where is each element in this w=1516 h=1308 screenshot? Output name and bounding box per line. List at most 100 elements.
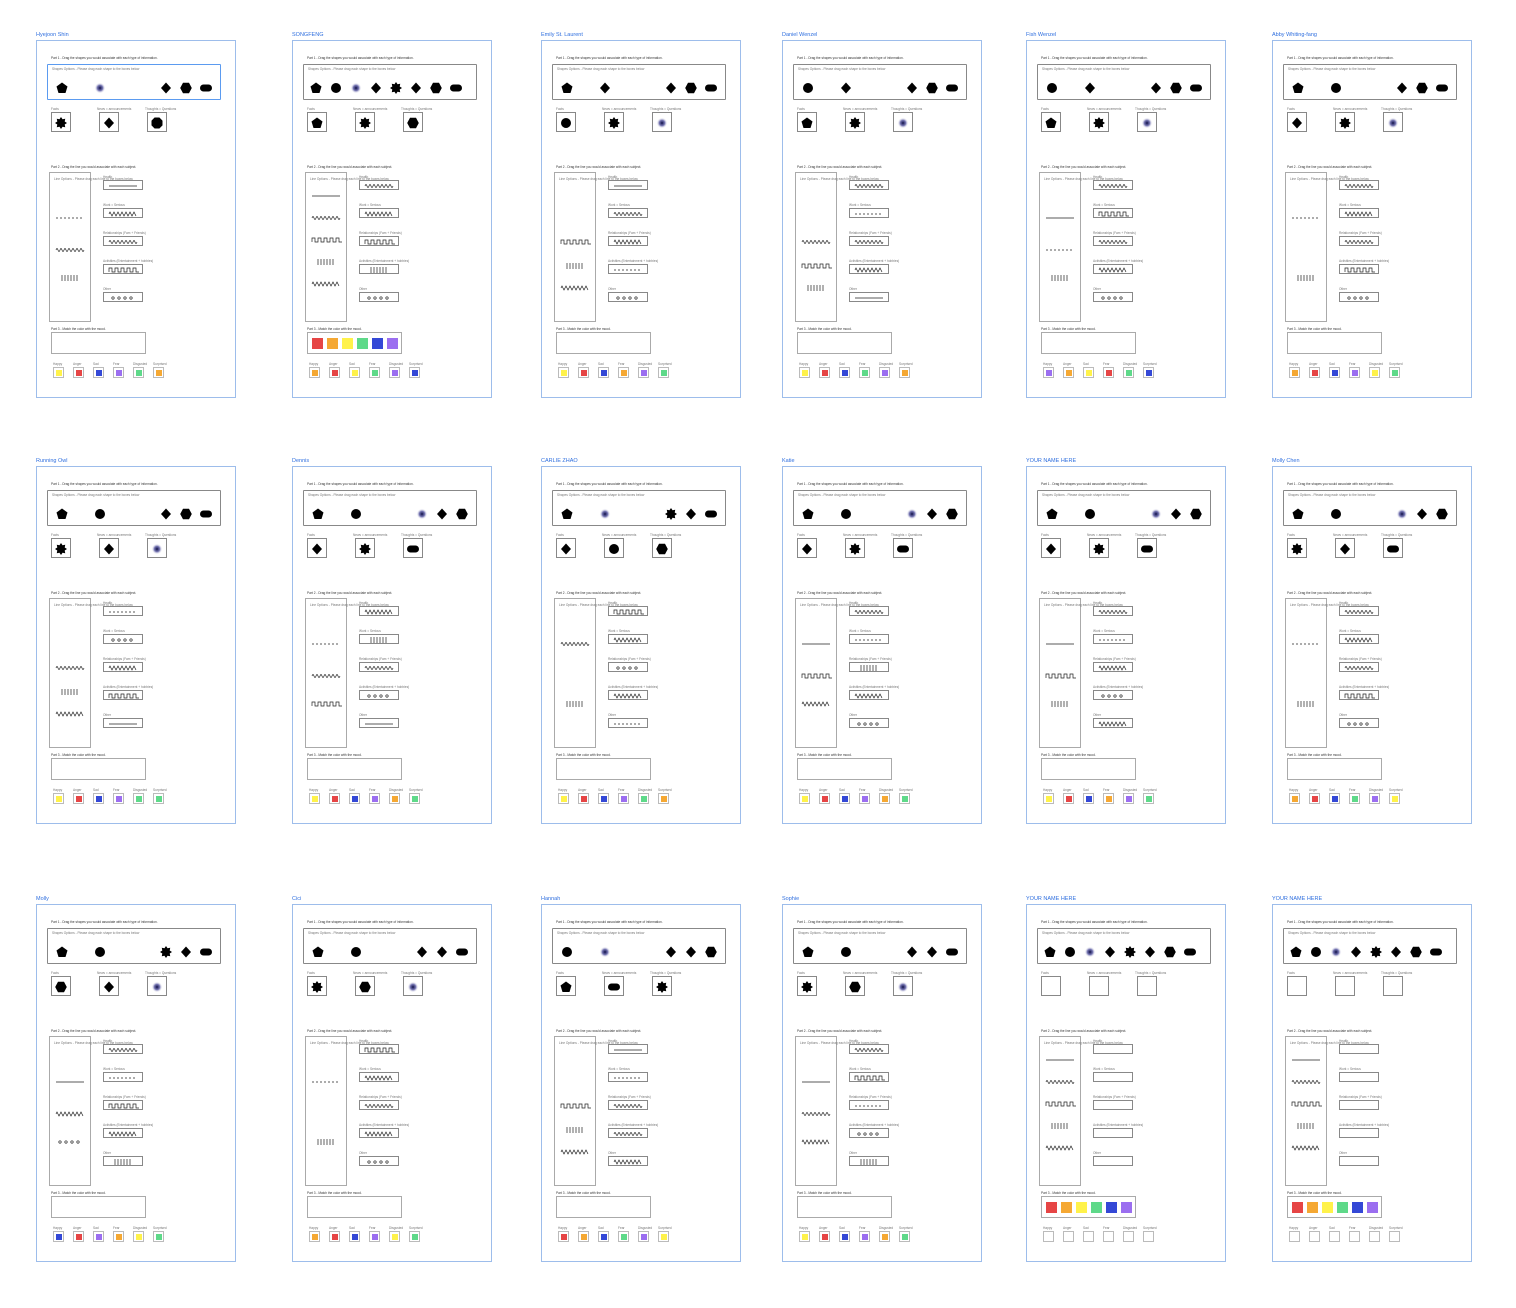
line-drop-zone[interactable]: [849, 1044, 889, 1054]
shape-drop-zone[interactable]: [307, 112, 327, 132]
color-orange-swatch[interactable]: [391, 795, 398, 802]
color-orange-swatch[interactable]: [620, 369, 627, 376]
frame-name-label[interactable]: CARLIE ZHAO: [541, 458, 578, 464]
color-orange-swatch[interactable]: [660, 795, 667, 802]
color-purple-swatch[interactable]: [371, 1233, 378, 1240]
straight-line-option[interactable]: [1041, 639, 1081, 649]
dashed-line-option[interactable]: [1287, 639, 1327, 649]
line-drop-zone[interactable]: [608, 236, 648, 246]
shapes-options-box[interactable]: Shapes Options - Please drag each shape …: [552, 490, 726, 526]
shapes-options-box[interactable]: Shapes Options - Please drag each shape …: [303, 490, 477, 526]
straight-line-option[interactable]: [1041, 1055, 1081, 1065]
mood-color-drop[interactable]: [309, 793, 320, 804]
color-red-swatch[interactable]: [331, 795, 338, 802]
ticks-line-option[interactable]: [51, 687, 91, 697]
shape-drop-zone[interactable]: [403, 538, 423, 558]
diamond-shape[interactable]: [103, 116, 115, 129]
survey-frame[interactable]: CARLIE ZHAO Part 1 - Drag the shapes you …: [541, 458, 751, 828]
pill-shape[interactable]: [1141, 542, 1153, 554]
line-drop-zone[interactable]: [1339, 1128, 1379, 1138]
color-green-swatch[interactable]: [660, 369, 667, 376]
mood-color-drop[interactable]: [1389, 793, 1400, 804]
zigzag-line-option[interactable]: [307, 279, 347, 289]
shape-drop-zone[interactable]: [1383, 112, 1403, 132]
color-blue-swatch[interactable]: [600, 1233, 607, 1240]
mood-color-drop[interactable]: [859, 793, 870, 804]
mood-color-drop[interactable]: [409, 367, 420, 378]
mood-color-drop[interactable]: [1123, 793, 1134, 804]
mood-color-drop[interactable]: [389, 367, 400, 378]
survey-frame[interactable]: YOUR NAME HERE Part 1 - Drag the shapes y…: [1026, 896, 1236, 1266]
line-drop-zone[interactable]: [103, 718, 143, 728]
zigzag-line-option[interactable]: [1287, 1143, 1327, 1153]
color-red-swatch[interactable]: [580, 369, 587, 376]
frame-name-label[interactable]: Emily St. Laurent: [541, 32, 583, 38]
line-drop-zone[interactable]: [359, 292, 399, 302]
mood-color-drop[interactable]: [1389, 367, 1400, 378]
wavy-line-option[interactable]: [51, 245, 91, 255]
color-orange-chip[interactable]: [1061, 1202, 1072, 1213]
star-shape[interactable]: [390, 81, 402, 94]
line-drop-zone[interactable]: [359, 662, 399, 672]
color-orange-swatch[interactable]: [1291, 795, 1298, 802]
color-green-swatch[interactable]: [1351, 795, 1358, 802]
color-orange-swatch[interactable]: [881, 1233, 888, 1240]
blur-shape[interactable]: [151, 542, 163, 555]
wavy-line-option[interactable]: [797, 237, 837, 247]
color-red-swatch[interactable]: [821, 369, 828, 376]
color-options-box[interactable]: [1287, 332, 1382, 354]
pentagon-shape[interactable]: [802, 945, 814, 957]
mood-color-drop[interactable]: [1063, 367, 1074, 378]
diamond-shape[interactable]: [685, 507, 697, 520]
shape-drop-zone[interactable]: [845, 112, 865, 132]
ticks-line-option[interactable]: [1041, 699, 1081, 709]
color-yellow-swatch[interactable]: [1371, 369, 1378, 376]
zigzag-line-option[interactable]: [51, 709, 91, 719]
ticks-line-option[interactable]: [1287, 699, 1327, 709]
mood-color-drop[interactable]: [1063, 1231, 1074, 1242]
pill-shape[interactable]: [200, 507, 212, 519]
diamond-shape[interactable]: [840, 81, 852, 94]
wavy-line-option[interactable]: [797, 1109, 837, 1119]
color-blue-swatch[interactable]: [55, 1233, 62, 1240]
shape-drop-zone[interactable]: [147, 112, 167, 132]
shape-drop-zone[interactable]: [1383, 538, 1403, 558]
line-options-box[interactable]: Line Options - Please drag each line to …: [795, 1036, 879, 1186]
mood-color-drop[interactable]: [638, 793, 649, 804]
line-drop-zone[interactable]: [1339, 718, 1379, 728]
diamond-shape[interactable]: [1390, 945, 1402, 958]
mood-color-drop[interactable]: [309, 367, 320, 378]
star-shape[interactable]: [160, 945, 172, 958]
color-green-swatch[interactable]: [371, 369, 378, 376]
color-yellow-swatch[interactable]: [801, 1233, 808, 1240]
mood-color-drop[interactable]: [859, 1231, 870, 1242]
line-options-box[interactable]: Line Options - Please drag each line to …: [1285, 1036, 1369, 1186]
color-green-swatch[interactable]: [1125, 369, 1132, 376]
shape-drop-zone[interactable]: [845, 538, 865, 558]
diamond-shape[interactable]: [685, 945, 697, 958]
frame-name-label[interactable]: YOUR NAME HERE: [1026, 458, 1076, 464]
line-drop-zone[interactable]: [1093, 1128, 1133, 1138]
diamond-shape[interactable]: [665, 945, 677, 958]
hexagon-shape[interactable]: [1190, 507, 1202, 520]
line-drop-zone[interactable]: [608, 606, 648, 616]
line-drop-zone[interactable]: [1093, 1156, 1133, 1166]
mood-color-drop[interactable]: [1083, 367, 1094, 378]
line-drop-zone[interactable]: [849, 1128, 889, 1138]
ticks-line-option[interactable]: [307, 257, 347, 267]
mood-color-drop[interactable]: [1103, 367, 1114, 378]
mood-color-drop[interactable]: [1369, 793, 1380, 804]
ticks-line-option[interactable]: [797, 283, 837, 293]
line-drop-zone[interactable]: [103, 1072, 143, 1082]
line-drop-zone[interactable]: [1093, 292, 1133, 302]
mood-color-drop[interactable]: [73, 793, 84, 804]
shapes-options-box[interactable]: Shapes Options - Please drag each shape …: [303, 928, 477, 964]
pentagon-shape[interactable]: [1046, 507, 1058, 519]
ticks-line-option[interactable]: [556, 261, 596, 271]
line-drop-zone[interactable]: [359, 1156, 399, 1166]
hexagon-shape[interactable]: [926, 81, 938, 94]
star-shape[interactable]: [1124, 945, 1136, 958]
color-yellow-swatch[interactable]: [1045, 795, 1052, 802]
color-purple-swatch[interactable]: [640, 1233, 647, 1240]
mood-color-drop[interactable]: [389, 793, 400, 804]
